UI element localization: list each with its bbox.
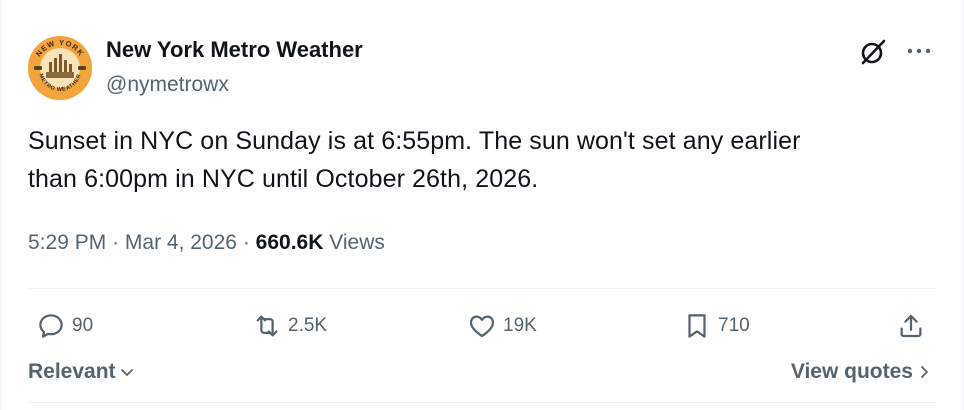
tweet-date[interactable]: Mar 4, 2026 bbox=[125, 231, 237, 254]
reply-count: 90 bbox=[72, 315, 94, 336]
relevant-label: Relevant bbox=[28, 360, 116, 383]
author-handle[interactable]: @nymetrowx bbox=[106, 72, 229, 98]
views-label: Views bbox=[329, 231, 385, 254]
avatar-logo: NEW YORK METRO WEATHER bbox=[28, 36, 92, 100]
avatar[interactable]: NEW YORK METRO WEATHER bbox=[28, 36, 92, 100]
more-icon[interactable] bbox=[904, 40, 934, 62]
tweet-text-line-2: than 6:00pm in NYC until October 26th, 2… bbox=[28, 165, 539, 193]
share-button[interactable] bbox=[896, 306, 926, 346]
like-button[interactable]: 19K bbox=[467, 306, 537, 346]
tweet-time[interactable]: 5:29 PM bbox=[28, 231, 106, 254]
tweet-text: Sunset in NYC on Sunday is at 6:55pm. Th… bbox=[28, 122, 928, 198]
share-icon bbox=[900, 314, 922, 338]
divider bbox=[28, 402, 936, 403]
reply-icon bbox=[39, 314, 63, 338]
chevron-right-icon bbox=[921, 366, 928, 378]
author-name[interactable]: New York Metro Weather bbox=[106, 36, 363, 64]
reply-button[interactable]: 90 bbox=[36, 306, 93, 346]
view-quotes-label: View quotes bbox=[790, 360, 913, 383]
bookmark-icon bbox=[688, 314, 706, 338]
like-count: 19K bbox=[503, 315, 537, 336]
meta-separator: · bbox=[112, 231, 120, 254]
meta-separator: · bbox=[242, 231, 250, 254]
chevron-down-icon bbox=[120, 369, 133, 376]
bookmark-button[interactable]: 710 bbox=[682, 306, 750, 346]
grok-icon[interactable] bbox=[858, 37, 888, 67]
repost-icon bbox=[256, 315, 278, 337]
tweet-meta: 5:29 PM · Mar 4, 2026 · 660.6K Views bbox=[28, 228, 385, 258]
bookmark-count: 710 bbox=[718, 315, 750, 336]
repost-button[interactable]: 2.5K bbox=[252, 306, 327, 346]
like-icon bbox=[469, 315, 495, 338]
views-count: 660.6K bbox=[255, 231, 324, 254]
left-border bbox=[0, 0, 1, 410]
tweet-text-line-1: Sunset in NYC on Sunday is at 6:55pm. Th… bbox=[28, 127, 801, 155]
repost-count: 2.5K bbox=[288, 315, 328, 336]
divider bbox=[28, 288, 936, 289]
view-quotes-link[interactable]: View quotes bbox=[791, 360, 932, 384]
relevant-sort-button[interactable]: Relevant bbox=[28, 360, 135, 384]
